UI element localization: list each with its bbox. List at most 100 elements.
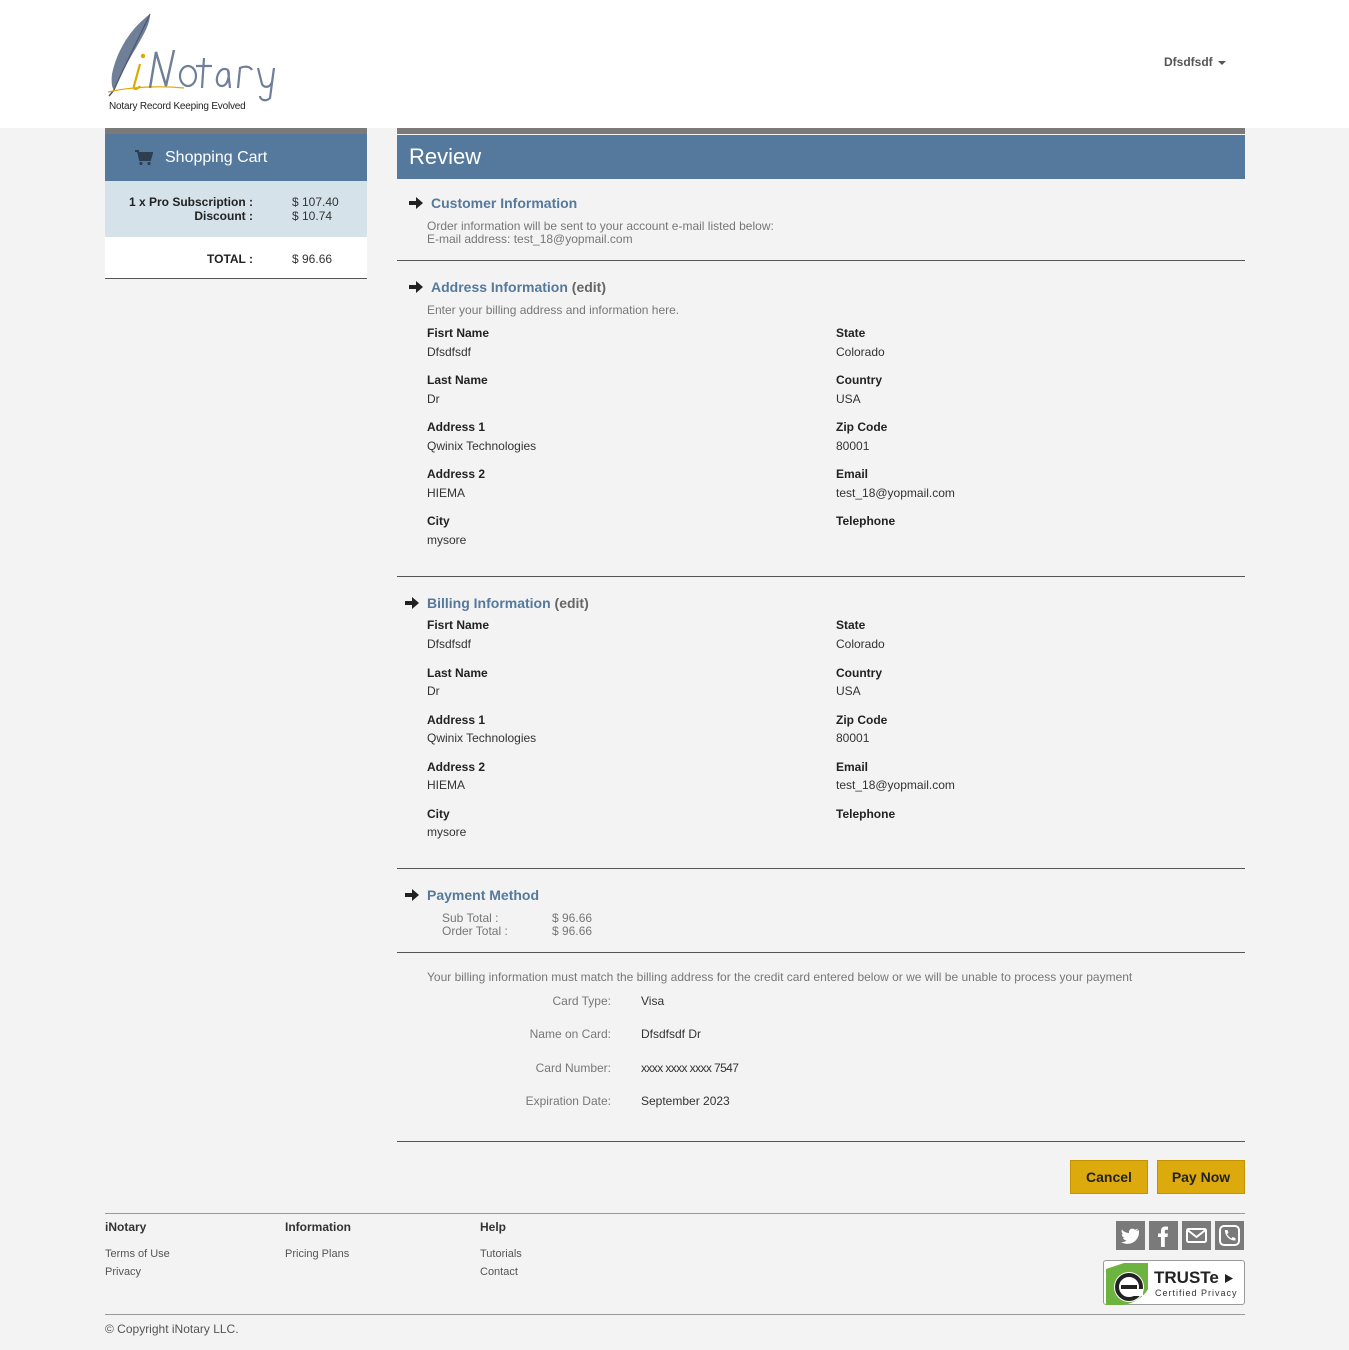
address-field-label: Address 2 [427,467,486,481]
section-divider [397,260,1245,261]
logo-tagline: Notary Record Keeping Evolved [109,101,246,112]
name-on-card-value: Dfsdfsdf Dr [641,1027,702,1041]
subtotal-value: $ 96.66 [552,911,593,925]
tutorials-link[interactable]: Tutorials [480,1248,522,1260]
order-total-value: $ 96.66 [552,924,593,938]
billing-edit-link[interactable]: (edit) [555,595,589,611]
billing-field-value: Dfsdfsdf [427,637,472,651]
cart-total-value: $ 96.66 [292,252,333,266]
email-icon[interactable] [1182,1221,1211,1250]
pricing-plans-link[interactable]: Pricing Plans [285,1248,349,1260]
billing-field-value: mysore [427,825,467,839]
address-edit-link[interactable]: (edit) [572,279,606,295]
pay-now-button[interactable]: Pay Now [1157,1160,1245,1194]
customer-info-title: Customer Information [431,195,578,211]
user-menu-dropdown[interactable]: Dfsdfsdf [1164,55,1226,69]
billing-info-title: Billing Information (edit) [427,595,589,611]
subtotal-label: Sub Total : [442,911,499,925]
cart-discount-label: Discount : [194,209,253,223]
cart-icon [135,149,153,165]
billing-info-label: Billing Information [427,595,551,611]
cart-item-label: 1 x Pro Subscription : [128,195,253,209]
section-divider [397,1141,1245,1142]
copyright-text: © Copyright iNotary LLC. [105,1322,239,1336]
customer-info-line1: Order information will be sent to your a… [427,219,774,233]
facebook-icon[interactable] [1149,1221,1178,1250]
footer-heading-help: Help [480,1220,507,1234]
address-field-label: Last Name [427,373,488,387]
billing-field-value: HIEMA [427,778,466,792]
billing-field-value: 80001 [836,731,870,745]
twitter-icon[interactable] [1116,1221,1145,1250]
billing-field-label: City [427,807,450,821]
address-field-value: mysore [427,533,467,547]
address-info-title: Address Information (edit) [431,279,606,295]
review-title: Review [409,144,482,169]
phone-icon[interactable] [1215,1221,1244,1250]
address-field-label: State [836,326,866,340]
billing-field-value: Colorado [836,637,885,651]
address-field-label: Email [836,467,869,481]
address-field-label: Zip Code [836,420,888,434]
footer-top-divider [105,1213,1245,1214]
contact-link[interactable]: Contact [480,1266,518,1278]
truste-title: TRUSTe [1154,1268,1219,1287]
address-info-intro: Enter your billing address and informati… [427,303,680,317]
cart-total-label: TOTAL : [207,252,253,266]
order-total-label: Order Total : [442,924,508,938]
truste-seal-icon [1106,1263,1148,1305]
footer-heading-information: Information [285,1220,351,1234]
section-divider [397,868,1245,869]
address-field-value: Qwinix Technologies [427,439,537,453]
address-field-value: 80001 [836,439,870,453]
top-divider-gap [367,128,397,134]
billing-field-label: Country [836,666,882,680]
arrow-right-icon [405,597,419,609]
billing-field-value: Dr [427,684,440,698]
arrow-right-icon [409,281,423,293]
cancel-button[interactable]: Cancel [1070,1160,1148,1194]
name-on-card-label: Name on Card: [529,1027,611,1041]
cart-item-value: $ 107.40 [292,195,339,209]
address-field-value: Dfsdfsdf [427,345,472,359]
card-type-label: Card Type: [552,994,611,1008]
customer-info-email: E-mail address: test_18@yopmail.com [427,232,633,246]
billing-field-value: Qwinix Technologies [427,731,537,745]
caret-down-icon [1217,60,1226,65]
billing-field-value: USA [836,684,861,698]
address-field-value: USA [836,392,861,406]
billing-notice: Your billing information must match the … [427,970,1133,984]
user-menu-label: Dfsdfsdf [1164,55,1213,69]
address-field-label: City [427,514,450,528]
section-divider [397,576,1245,577]
footer-bottom-divider [105,1314,1245,1315]
card-type-value: Visa [641,994,665,1008]
review-header: Review [397,135,1245,179]
play-arrow-icon [1225,1274,1233,1283]
address-field-label: Fisrt Name [427,326,490,340]
billing-field-label: Last Name [427,666,488,680]
truste-badge[interactable]: TRUSTe Certified Privacy [1103,1260,1245,1305]
shopping-cart-header: Shopping Cart [105,134,367,181]
billing-field-label: Email [836,760,869,774]
shopping-cart-title: Shopping Cart [165,148,268,166]
address-field-label: Country [836,373,882,387]
cart-discount-value: $ 10.74 [292,209,333,223]
address-field-value: HIEMA [427,486,466,500]
address-field-value: Dr [427,392,440,406]
billing-field-label: Fisrt Name [427,618,490,632]
terms-of-use-link[interactable]: Terms of Use [105,1248,170,1260]
address-info-label: Address Information [431,279,568,295]
address-field-label: Address 1 [427,420,486,434]
arrow-right-icon [405,889,419,901]
billing-field-label: Address 1 [427,713,486,727]
billing-field-label: Address 2 [427,760,486,774]
cart-total-row: TOTAL : $ 96.66 [105,237,367,279]
inotary-logo[interactable]: Notary Record Keeping Evolved [104,12,284,116]
arrow-right-icon [409,197,423,209]
address-field-value: Colorado [836,345,885,359]
billing-field-label: Zip Code [836,713,888,727]
billing-field-value: test_18@yopmail.com [836,778,955,792]
address-field-label: Telephone [836,514,896,528]
privacy-link[interactable]: Privacy [105,1266,141,1278]
